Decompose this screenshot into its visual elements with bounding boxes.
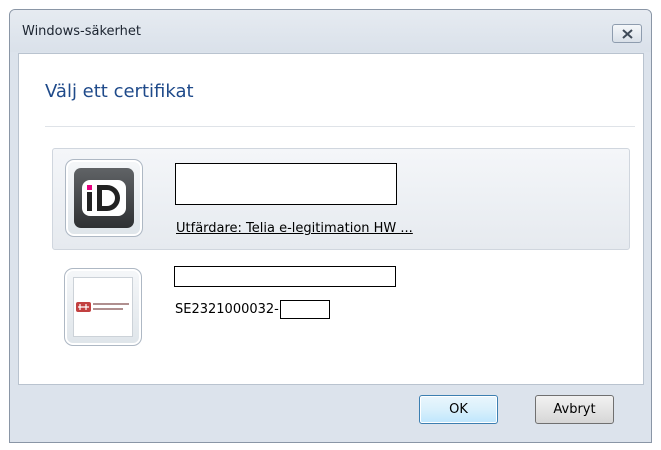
title-bar: Windows-säkerhet <box>10 10 651 52</box>
county-seal-icon <box>73 277 133 337</box>
close-button[interactable] <box>612 24 642 43</box>
heading-divider <box>45 126 635 127</box>
certificate-icon-frame <box>65 159 143 237</box>
serial-number-text: SE2321000032- <box>175 302 279 317</box>
close-icon <box>622 29 633 39</box>
certificate-item-selected[interactable]: Utfärdare: Telia e-legitimation HW ... <box>52 148 630 250</box>
bankid-icon <box>74 168 134 228</box>
ok-button[interactable]: OK <box>419 395 498 424</box>
redacted-serial-suffix <box>279 300 330 319</box>
redacted-subject <box>175 163 397 205</box>
dialog-content: Välj ett certifikat Utfärdare: Telia e-l… <box>18 53 644 385</box>
dialog-window: Windows-säkerhet Välj ett certifikat Utf… <box>9 9 652 443</box>
issuer-link[interactable]: Utfärdare: Telia e-legitimation HW ... <box>176 221 413 236</box>
redacted-subject <box>174 266 396 287</box>
dialog-heading: Välj ett certifikat <box>45 81 194 102</box>
certificate-item[interactable]: SE2321000032- <box>52 258 630 360</box>
cancel-button[interactable]: Avbryt <box>535 395 614 424</box>
window-title: Windows-säkerhet <box>22 24 141 39</box>
certificate-icon-frame <box>64 268 142 346</box>
serial-number: SE2321000032- <box>175 299 330 321</box>
